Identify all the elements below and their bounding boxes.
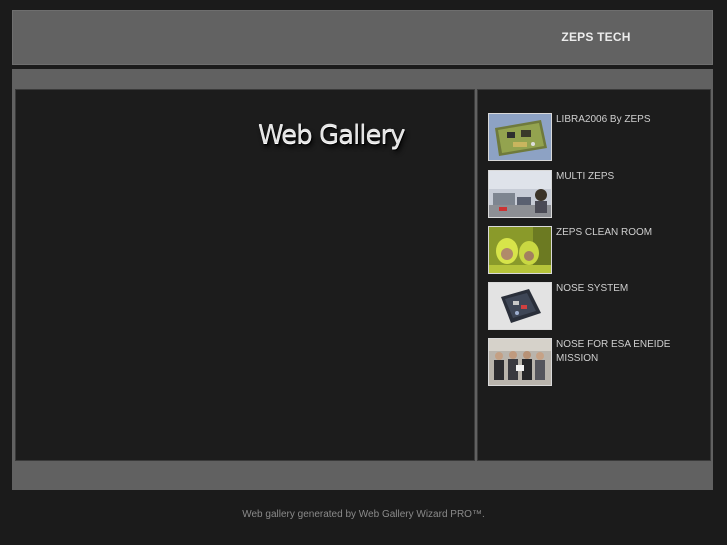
- group-photo-icon: [489, 339, 551, 385]
- group-photo-thumbnail[interactable]: [488, 338, 552, 386]
- site-title[interactable]: ZEPS TECH: [561, 30, 631, 44]
- thumbnail-label[interactable]: NOSE SYSTEM: [556, 282, 701, 296]
- thumbnail-item[interactable]: NOSE FOR ESA ENEIDE MISSION: [488, 338, 708, 388]
- nose-system-thumbnail[interactable]: [488, 282, 552, 330]
- device-photo-icon: [489, 283, 551, 329]
- thumbnail-item[interactable]: ZEPS CLEAN ROOM: [488, 226, 708, 276]
- thumbnail-item[interactable]: MULTI ZEPS: [488, 170, 708, 220]
- image-viewer: Web Gallery: [15, 89, 475, 461]
- clean-room-thumbnail[interactable]: [488, 226, 552, 274]
- thumbnail-item[interactable]: NOSE SYSTEM: [488, 282, 708, 332]
- thumbnail-list: LIBRA2006 By ZEPS MULTI ZEPS ZEPS CLEAN …: [477, 89, 711, 461]
- thumbnail-label[interactable]: MULTI ZEPS: [556, 170, 701, 184]
- circuit-board-thumbnail[interactable]: [488, 113, 552, 161]
- thumbnail-label[interactable]: ZEPS CLEAN ROOM: [556, 226, 701, 240]
- thumbnail-label[interactable]: LIBRA2006 By ZEPS: [556, 113, 701, 127]
- lab-photo-icon: [489, 171, 551, 217]
- lab-thumbnail[interactable]: [488, 170, 552, 218]
- thumbnail-item[interactable]: LIBRA2006 By ZEPS: [488, 113, 708, 163]
- web-gallery-logo: Web Gallery: [258, 120, 406, 150]
- footer-credit: Web gallery generated by Web Gallery Wiz…: [242, 509, 485, 520]
- site-header: ZEPS TECH: [12, 10, 713, 65]
- clean-room-photo-icon: [489, 227, 551, 273]
- thumbnail-label[interactable]: NOSE FOR ESA ENEIDE MISSION: [556, 338, 701, 366]
- circuit-board-photo-icon: [489, 114, 551, 160]
